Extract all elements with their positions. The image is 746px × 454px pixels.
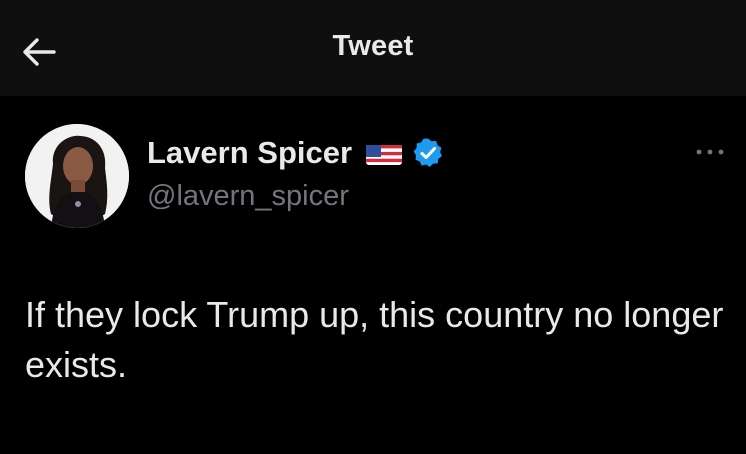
tweet-text: If they lock Trump up, this country no l… (25, 294, 724, 385)
author-handle[interactable]: @lavern_spicer (147, 180, 349, 213)
more-options-button[interactable] (688, 138, 732, 166)
verified-badge-icon (412, 137, 444, 169)
top-nav-bar: Tweet (0, 0, 746, 96)
more-horizontal-icon (696, 149, 724, 155)
author-display-name: Lavern Spicer (147, 135, 353, 170)
author-name[interactable]: Lavern Spicer (147, 135, 444, 171)
page-title: Tweet (332, 30, 414, 62)
tweet-screen: Tweet Lavern Spicer @lavern_spicer If th… (0, 0, 746, 454)
avatar[interactable] (25, 124, 129, 228)
us-flag-icon (366, 141, 403, 165)
profile-photo (25, 124, 129, 228)
